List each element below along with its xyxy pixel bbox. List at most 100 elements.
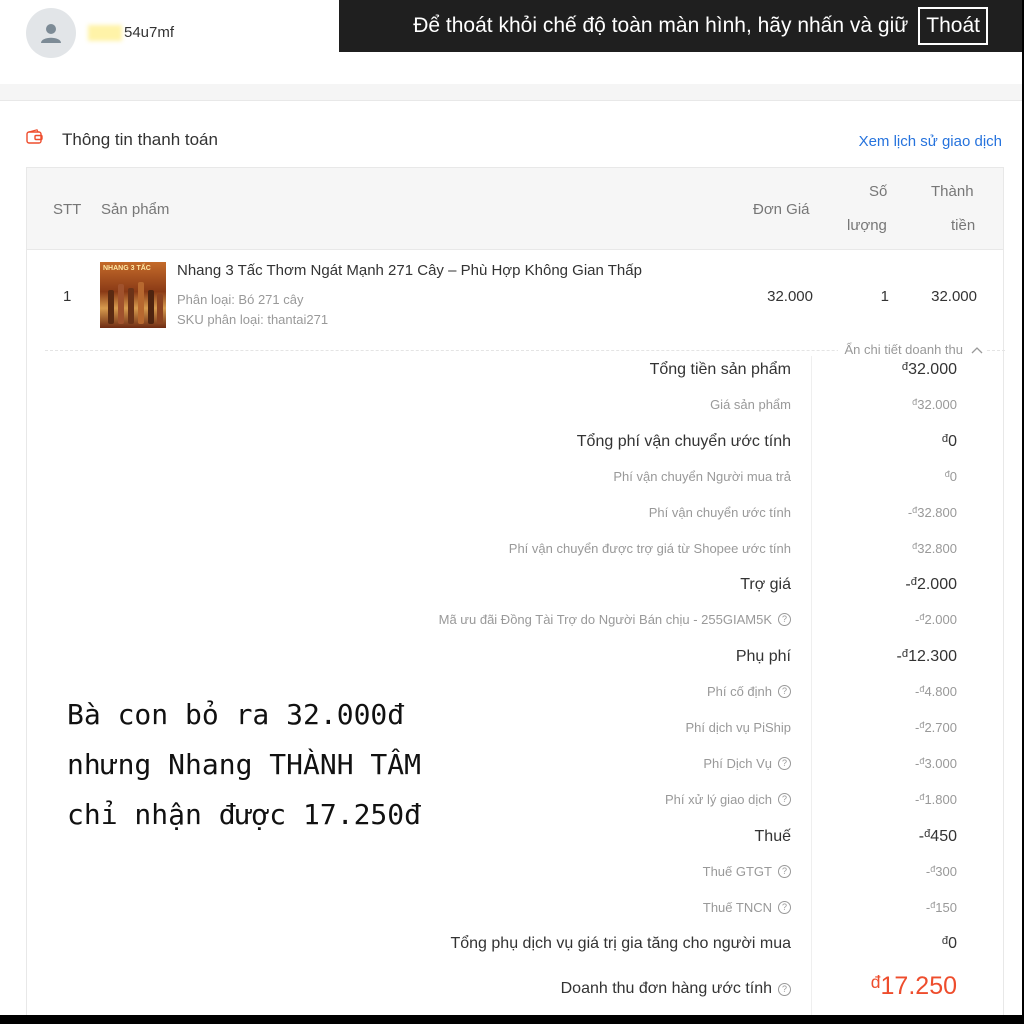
top-header: 54u7mf Để thoát khỏi chế độ toàn màn hìn… <box>0 0 1024 84</box>
breakdown-label: Trợ giá <box>740 576 791 594</box>
col-total-line1: Thành <box>931 183 974 200</box>
breakdown-label: Phí xử lý giao dịch? <box>665 792 791 807</box>
amount-value: 3.000 <box>924 755 957 771</box>
redaction-mark <box>88 25 122 42</box>
product-thumbnail[interactable]: NHANG 3 TẤC <box>100 262 166 328</box>
thumbnail-stick <box>138 282 144 324</box>
breakdown-label-text: Phí vận chuyển Người mua trả <box>613 468 791 484</box>
help-circle-icon[interactable]: ? <box>778 864 791 878</box>
chevron-up-icon <box>971 346 983 353</box>
breakdown-row: Tổng phụ dịch vụ giá trị gia tăng cho ng… <box>27 932 1003 968</box>
currency-symbol: đ <box>870 972 881 993</box>
breakdown-amount: -đ150 <box>926 900 957 915</box>
col-total-line2: tiền <box>951 217 976 234</box>
breakdown-amount: -đ3.000 <box>915 756 957 771</box>
breakdown-label: Phí Dịch Vụ? <box>703 756 791 771</box>
help-circle-icon[interactable]: ? <box>778 756 791 770</box>
breakdown-label-text: Thuế <box>754 827 791 845</box>
breakdown-label: Phí vận chuyển được trợ giá từ Shopee ướ… <box>509 541 791 556</box>
amount-value: 0 <box>948 432 957 450</box>
username-text: 54u7mf <box>124 24 175 41</box>
order-table: STT Sản phẩm Đơn Giá Số lượng Thành tiền… <box>26 167 1005 1024</box>
thumbnail-stick <box>128 288 134 324</box>
breakdown-amount: -đ2.000 <box>915 612 957 627</box>
col-unit-price: Đơn Giá <box>753 201 810 218</box>
amount-value: 32.800 <box>917 504 957 520</box>
breakdown-label-text: Mã ưu đãi Đồng Tài Trợ do Người Bán chịu… <box>438 612 772 628</box>
breakdown-row: Thuế TNCN? -đ150 <box>27 897 1003 933</box>
section-title: Thông tin thanh toán <box>62 129 218 149</box>
breakdown-label: Phí dịch vụ PiShip <box>685 720 791 735</box>
amount-value: 2.000 <box>916 576 957 594</box>
breakdown-row: Tổng phí vận chuyển ước tính đ0 <box>27 430 1003 466</box>
breakdown-label: Phí vận chuyển Người mua trả <box>613 469 791 484</box>
help-circle-icon[interactable]: ? <box>778 900 791 914</box>
payment-info-card: Thông tin thanh toán Xem lịch sử giao dị… <box>0 100 1024 1024</box>
transaction-history-link[interactable]: Xem lịch sử giao dịch <box>859 133 1002 150</box>
breakdown-label-text: Thuế GTGT <box>702 863 772 879</box>
breakdown-label-text: Giá sản phẩm <box>710 396 791 412</box>
col-qty-line1: Số <box>869 183 888 200</box>
row-stt: 1 <box>63 288 72 305</box>
breakdown-label: Thuế TNCN? <box>703 900 791 915</box>
amount-value: 32.000 <box>908 361 957 378</box>
col-product: Sản phẩm <box>101 201 170 218</box>
fullscreen-notice: Để thoát khỏi chế độ toàn màn hình, hãy … <box>413 14 909 37</box>
help-circle-icon[interactable]: ? <box>778 982 791 996</box>
breakdown-row: Giá sản phẩm đ32.000 <box>27 394 1003 430</box>
username: 54u7mf <box>88 24 175 42</box>
breakdown-label-text: Phí xử lý giao dịch <box>665 791 772 807</box>
table-header: STT Sản phẩm Đơn Giá Số lượng Thành tiền <box>27 168 1003 250</box>
breakdown-label: Tổng phí vận chuyển ước tính <box>577 433 791 451</box>
fullscreen-banner: Để thoát khỏi chế độ toàn màn hình, hãy … <box>339 0 1024 52</box>
help-circle-icon[interactable]: ? <box>778 613 791 627</box>
breakdown-row: Thuế GTGT? -đ300 <box>27 861 1003 897</box>
breakdown-amount: đ32.800 <box>912 541 957 556</box>
breakdown-label: Phí vận chuyển ước tính <box>649 505 791 520</box>
thumbnail-caption: NHANG 3 TẤC <box>103 265 151 272</box>
breakdown-label-text: Thuế TNCN <box>702 899 772 915</box>
breakdown-label-text: Doanh thu đơn hàng ước tính <box>560 980 772 998</box>
breakdown-amount: -đ4.800 <box>915 684 957 699</box>
estimated-revenue-row: Doanh thu đơn hàng ước tính? đ17.250 <box>27 972 1003 1008</box>
product-name[interactable]: Nhang 3 Tấc Thơm Ngát Mạnh 271 Cây – Phù… <box>177 262 642 279</box>
breakdown-amount: -đ300 <box>926 864 957 879</box>
toggle-label: Ẩn chi tiết doanh thu <box>844 342 963 357</box>
breakdown-label-text: Tổng phụ dịch vụ giá trị gia tăng cho ng… <box>450 935 791 953</box>
hide-revenue-details-toggle[interactable]: Ẩn chi tiết doanh thu <box>838 342 985 357</box>
breakdown-row: Mã ưu đãi Đồng Tài Trợ do Người Bán chịu… <box>27 609 1003 645</box>
breakdown-amount: đ0 <box>945 469 957 484</box>
help-circle-icon[interactable]: ? <box>778 792 791 806</box>
breakdown-label-text: Phí cố định <box>706 684 772 700</box>
help-circle-icon[interactable]: ? <box>778 685 791 699</box>
thumbnail-stick <box>118 284 124 324</box>
breakdown-label: Giá sản phẩm <box>710 397 791 412</box>
amount-value: 0 <box>948 935 957 953</box>
amount-value: 17.250 <box>880 972 957 1001</box>
exit-fullscreen-button[interactable]: Thoát <box>918 7 988 45</box>
amount-value: 0 <box>949 468 957 484</box>
product-sku: SKU phân loại: thantai271 <box>177 312 329 327</box>
breakdown-label-text: Tổng tiền sản phẩm <box>649 361 791 378</box>
row-qty: 1 <box>880 288 889 305</box>
amount-value: 1.800 <box>924 791 957 807</box>
breakdown-amount: đ17.250 <box>871 972 957 1001</box>
breakdown-row: Phụ phí -đ12.300 <box>27 645 1003 681</box>
amount-value: 150 <box>935 899 957 915</box>
breakdown-label-text: Phụ phí <box>735 648 791 666</box>
breakdown-label: Tổng phụ dịch vụ giá trị gia tăng cho ng… <box>450 935 791 953</box>
amount-value: 32.000 <box>917 396 957 412</box>
breakdown-label-text: Tổng phí vận chuyển ước tính <box>576 432 791 450</box>
product-variant: Phân loại: Bó 271 cây <box>177 292 304 307</box>
amount-value: 12.300 <box>908 648 957 666</box>
breakdown-amount: -đ2.700 <box>915 720 957 735</box>
row-unit-price: 32.000 <box>767 288 813 305</box>
breakdown-amount: -đ450 <box>919 828 957 846</box>
breakdown-label-text: Phí vận chuyển ước tính <box>648 504 791 520</box>
breakdown-label: Thuế GTGT? <box>703 864 791 879</box>
table-row: 1 NHANG 3 TẤC Nhang 3 Tấc Thơm Ngát Mạnh… <box>27 250 1003 352</box>
breakdown-row: Trợ giá -đ2.000 <box>27 573 1003 609</box>
breakdown-amount: đ32.000 <box>902 361 957 379</box>
section-header: Thông tin thanh toán <box>26 129 218 150</box>
user-avatar-icon[interactable] <box>26 8 76 58</box>
